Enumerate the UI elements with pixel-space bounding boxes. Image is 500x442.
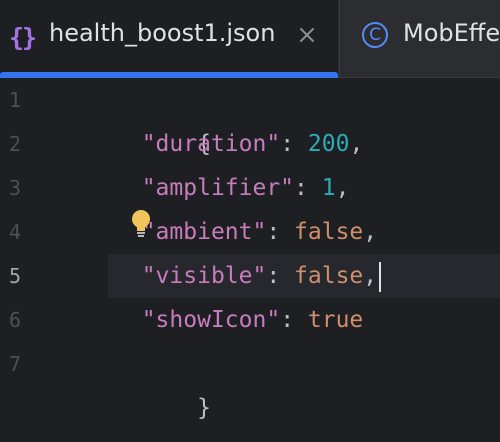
line-number: 6 xyxy=(9,308,22,332)
text-caret xyxy=(379,261,382,292)
json-value: false xyxy=(294,219,364,245)
close-icon[interactable] xyxy=(297,25,317,45)
code-line[interactable]: "duration": 200, xyxy=(114,122,364,166)
json-value: true xyxy=(307,307,364,333)
tab-label: health_boost1.json xyxy=(49,19,276,47)
tab-health-boost1-json[interactable]: {} health_boost1.json xyxy=(0,0,338,78)
code-line[interactable]: } xyxy=(114,342,211,421)
json-file-icon: {} xyxy=(9,23,37,52)
class-icon: C xyxy=(362,22,388,48)
code-editor[interactable]: 1 2 3 4 5 6 7 { "duration": 200, "amplif… xyxy=(0,78,500,442)
line-number: 3 xyxy=(9,176,22,200)
json-comma: , xyxy=(363,263,378,289)
code-line[interactable]: "showIcon": true xyxy=(114,298,364,342)
line-number: 2 xyxy=(9,132,22,156)
json-value: 1 xyxy=(321,175,336,201)
json-key: "visible" xyxy=(141,263,267,289)
json-comma: , xyxy=(335,175,350,201)
json-separator: : xyxy=(294,175,322,201)
line-number: 4 xyxy=(9,220,22,244)
json-key: "ambient" xyxy=(141,219,267,245)
line-number: 7 xyxy=(9,352,22,376)
code-line[interactable]: "ambient": false, xyxy=(114,210,377,254)
code-line[interactable]: "amplifier": 1, xyxy=(114,166,350,210)
line-number: 1 xyxy=(9,88,22,112)
line-number-current: 5 xyxy=(9,264,22,288)
json-comma: , xyxy=(363,219,378,245)
json-separator: : xyxy=(280,307,308,333)
tab-label: MobEffe xyxy=(403,19,500,47)
tab-mobeffect[interactable]: C MobEffe xyxy=(339,0,500,77)
code-line-current[interactable]: "visible": false, xyxy=(114,254,382,298)
json-key: "amplifier" xyxy=(141,175,295,201)
json-comma: , xyxy=(349,131,364,157)
json-value: 200 xyxy=(307,131,350,157)
editor-tab-bar: {} health_boost1.json C MobEffe xyxy=(0,0,500,78)
lightbulb-icon[interactable] xyxy=(130,209,152,239)
code-line[interactable]: { xyxy=(114,78,211,157)
ide-window: {} health_boost1.json C MobEffe 1 2 3 4 … xyxy=(0,0,500,442)
json-separator: : xyxy=(266,219,295,245)
json-key: "duration" xyxy=(141,131,281,157)
json-value: false xyxy=(294,263,364,289)
json-separator: : xyxy=(266,263,295,289)
close-brace: } xyxy=(197,395,211,421)
json-separator: : xyxy=(280,131,308,157)
json-key: "showIcon" xyxy=(141,307,281,333)
